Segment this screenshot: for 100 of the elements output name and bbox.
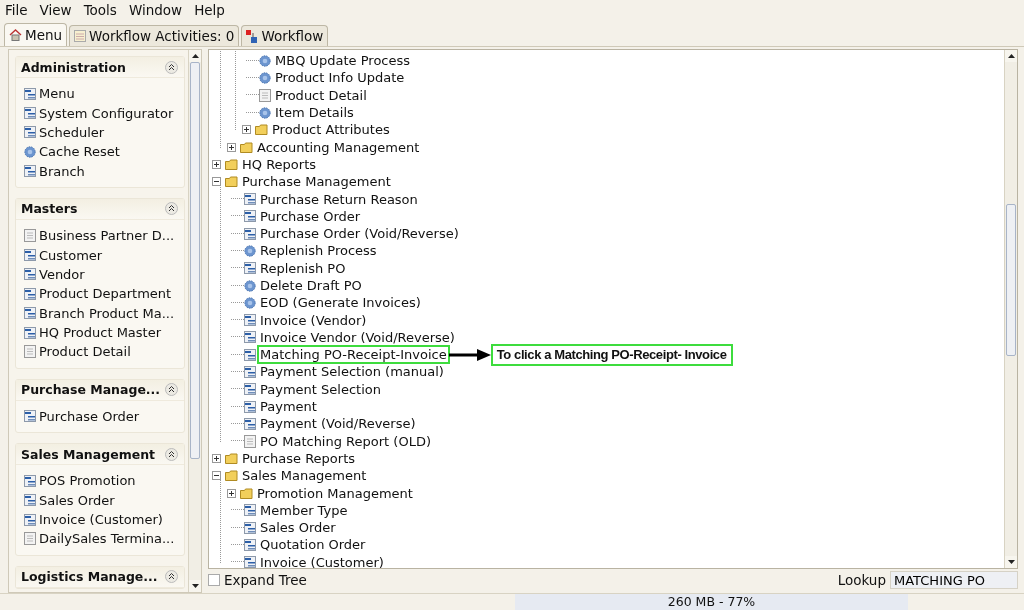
document-icon [24,345,36,359]
tree-item[interactable]: Delete Draft PO [259,278,363,293]
gear-icon [244,279,256,292]
collapse-icon[interactable] [165,570,178,584]
expand-toggle[interactable] [227,142,236,152]
window-icon [24,410,36,423]
tree-item[interactable]: Replenish PO [259,260,347,276]
expand-toggle[interactable] [212,453,221,463]
sidebar-item[interactable]: Business Partner D... [39,228,175,244]
sidebar-item[interactable]: Product Department [39,286,172,302]
memory-bar: 260 MB - 77% [515,594,908,610]
scrollbar[interactable] [1004,50,1017,569]
tree-item[interactable]: Purchase Management [241,174,392,190]
tree-item[interactable]: Invoice Vendor (Void/Reverse) [259,329,456,345]
tree-item[interactable]: Payment (Void/Reverse) [259,416,417,432]
tree-item[interactable]: Item Details [274,105,355,121]
command-bar-item[interactable]: Window [125,0,186,20]
collapse-icon[interactable] [165,447,178,461]
tree-item[interactable]: Replenish Process [259,243,378,259]
tree-item[interactable]: Purchase Order (Void/Reverse) [259,226,460,242]
tree-item[interactable]: PO Matching Report (OLD) [259,433,432,449]
lookup-label: Lookup [837,572,886,589]
window-icon [24,87,36,100]
expand-toggle[interactable] [212,159,221,169]
tree-item[interactable]: Matching PO-Receipt-Invoice [259,347,448,363]
expand-tree-checkbox[interactable]: Expand Tree [208,572,307,589]
up-arrow-icon[interactable] [1007,54,1015,58]
folder-icon [225,158,238,170]
collapse-toggle[interactable] [212,177,221,187]
home-icon [9,29,22,41]
tree-item[interactable]: MBQ Update Process [274,53,412,69]
sidebar-item[interactable]: Branch [39,163,85,179]
collapse-icon[interactable] [165,60,178,74]
arrow [448,348,491,361]
folder-icon [225,470,238,482]
sidebar-item[interactable]: Menu [39,86,75,102]
sidebar-item[interactable]: Scheduler [39,124,105,140]
command-bar-item[interactable]: Help [191,0,228,20]
tree-item[interactable]: Quotation Order [259,537,367,553]
tree-item[interactable]: Payment Selection [259,381,382,397]
tree-item[interactable]: Invoice (Vendor) [259,312,368,328]
down-arrow-icon[interactable] [191,584,199,588]
sidebar-item[interactable]: Sales Order [39,492,115,508]
lookup-field[interactable]: MATCHING PO [890,571,1018,590]
window-icon [24,307,36,320]
sidebar-item[interactable]: DailySales Termina... [39,531,175,547]
expand-toggle[interactable] [227,488,236,498]
tree-item[interactable]: Payment Selection (manual) [259,364,445,380]
sidebar-item[interactable]: Purchase Order [39,408,140,424]
sidebar-item[interactable]: POS Promotion [39,473,136,489]
tree-item[interactable]: Product Attributes [271,122,391,138]
tab[interactable]: Menu [4,23,68,46]
tree-item[interactable]: Sales Order [259,520,337,536]
expand-toggle[interactable] [242,125,251,135]
tree-item[interactable]: Product Detail [274,87,368,103]
tree-item[interactable]: Member Type [259,502,349,518]
window-icon [244,521,256,534]
tab[interactable]: Workflow [241,25,329,46]
window-icon [244,383,256,396]
collapse-toggle[interactable] [212,471,221,481]
folder-icon [225,452,238,464]
tree-item[interactable]: Payment [259,399,318,415]
window-icon [244,331,256,344]
sidebar-item[interactable]: Cache Reset [39,144,120,160]
sidebar-item[interactable]: System Configurator [39,105,174,121]
window-icon [24,474,36,487]
window-icon [244,538,256,551]
sidebar-item[interactable]: Vendor [39,266,85,282]
tree-item[interactable]: HQ Reports [241,156,317,172]
tree-item[interactable]: Accounting Management [256,139,421,155]
collapse-icon[interactable] [165,202,178,216]
sidebar-item[interactable]: Invoice (Customer) [39,512,163,528]
callout-note: To click a Matching PO-Receipt- Invoice [490,343,733,366]
tree-item[interactable]: Purchase Order [259,208,362,224]
tree-item[interactable]: Promotion Management [256,485,414,501]
gear-icon [259,71,271,84]
workflow-icon [246,29,259,43]
tree-item[interactable]: Sales Management [241,468,368,484]
scrollbar-thumb[interactable] [190,62,200,459]
command-bar-item[interactable]: File [2,0,31,20]
sidebar-item[interactable]: Product Detail [39,344,131,360]
window-icon [244,210,256,223]
command-bar-item[interactable]: View [36,0,75,20]
tree-item[interactable]: Purchase Return Reason [259,191,419,207]
tree-item[interactable]: Invoice (Customer) [259,554,385,569]
tab[interactable]: Workflow Activities: 0 [69,25,240,46]
window-icon [244,417,256,430]
command-bar-item[interactable]: Tools [80,0,120,20]
tree-item[interactable]: Purchase Reports [241,450,357,466]
sidebar-item[interactable]: Customer [39,247,103,263]
folder-icon [240,141,253,153]
down-arrow-icon[interactable] [1007,560,1015,565]
scrollbar[interactable] [188,50,201,592]
sidebar-item[interactable]: HQ Product Master [39,325,162,341]
tree-item[interactable]: Product Info Update [274,70,406,86]
scrollbar-thumb[interactable] [1006,204,1016,356]
sidebar-item[interactable]: Branch Product Ma... [39,305,175,321]
collapse-icon[interactable] [165,383,178,397]
up-arrow-icon[interactable] [191,54,199,58]
tree-item[interactable]: EOD (Generate Invoices) [259,295,422,311]
